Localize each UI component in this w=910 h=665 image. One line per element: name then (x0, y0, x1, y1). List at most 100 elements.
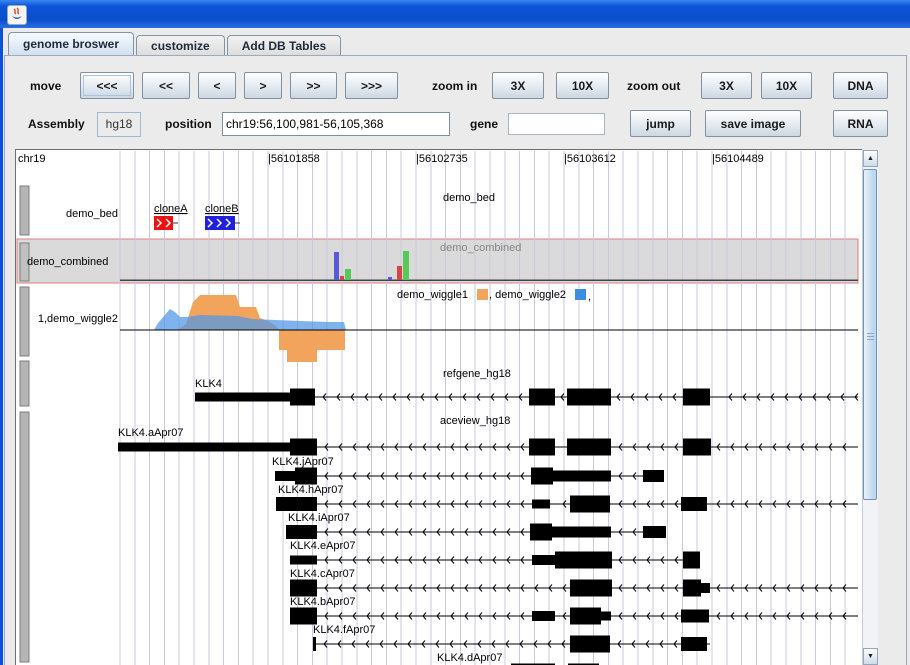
gene-exon (570, 496, 610, 513)
gene-label: KLK4.iApr07 (288, 512, 350, 524)
gene-exon (681, 637, 707, 651)
jump-button[interactable]: jump (630, 110, 691, 137)
gene-exon (290, 608, 317, 625)
gene-model-KLK4.jApr07[interactable]: KLK4.jApr07 (272, 456, 664, 485)
gene-label: KLK4 (195, 378, 222, 390)
zoom-out-label: zoom out (627, 79, 680, 93)
move-left-2-button[interactable]: << (142, 72, 190, 99)
gene-model-KLK4.aApr07[interactable]: KLK4.aApr07 (118, 427, 858, 456)
track-title-demo-combined: demo_combined (440, 242, 521, 254)
gene-exon (290, 439, 317, 456)
wiggle-legend-label: demo_wiggle1 (397, 289, 468, 301)
move-right-button[interactable]: > (244, 72, 282, 99)
gene-exon (532, 500, 550, 509)
gene-exon (570, 580, 612, 597)
gene-input[interactable] (508, 113, 605, 135)
track-handle[interactable] (20, 186, 29, 235)
gene-exon (276, 497, 317, 511)
rna-button[interactable]: RNA (833, 110, 888, 137)
gene-exon (290, 389, 315, 406)
gene-model-KLK4.bApr07[interactable]: KLK4.bApr07 (290, 596, 858, 625)
bed-feature-label: cloneA (154, 203, 188, 215)
gene-exon (275, 471, 295, 481)
gene-exon (683, 439, 711, 456)
gene-exon (683, 552, 700, 569)
genome-browser-window: genome broswer customize Add DB Tables m… (0, 0, 910, 665)
combined-bar (340, 276, 344, 280)
gene-exon (195, 393, 290, 402)
dna-button[interactable]: DNA (833, 72, 888, 99)
browser-canvas[interactable]: chr19|56101858|56102735|56103612|5610448… (15, 149, 862, 665)
combined-bar (345, 269, 351, 280)
position-input[interactable] (222, 112, 450, 136)
move-left-button[interactable]: < (198, 72, 236, 99)
gene-model-KLK4.cApr07[interactable]: KLK4.cApr07 (290, 568, 858, 597)
gene-label: KLK4.aApr07 (118, 427, 183, 439)
window-titlebar[interactable] (0, 0, 910, 28)
gene-exon (570, 608, 601, 625)
tab-customize[interactable]: customize (136, 35, 225, 55)
save-image-button[interactable]: save image (705, 110, 801, 137)
move-right-2-button[interactable]: >> (290, 72, 337, 99)
ruler-tick-label: |56102735 (416, 153, 468, 165)
gene-label: KLK4.eApr07 (290, 540, 355, 552)
java-icon (7, 5, 27, 25)
gene-exon (683, 389, 710, 406)
track-handle[interactable] (20, 287, 29, 356)
move-far-right-button[interactable]: >>> (345, 72, 398, 99)
assembly-label: Assembly (28, 117, 85, 131)
tab-strip: genome broswer customize Add DB Tables (8, 33, 343, 55)
scroll-down-button[interactable]: ▼ (863, 648, 878, 665)
track-handle[interactable] (20, 361, 29, 406)
position-label: position (165, 117, 212, 131)
gene-exon (681, 610, 709, 623)
zoom-out-10x-button[interactable]: 10X (761, 72, 812, 99)
assembly-value[interactable]: hg18 (97, 112, 141, 137)
gene-exon (286, 525, 317, 539)
wiggle-legend-label: , demo_wiggle2 (489, 289, 566, 301)
gene-exon (532, 611, 555, 621)
gene-model-KLK4[interactable]: KLK4 (195, 378, 858, 406)
scrollbar-thumb[interactable] (863, 169, 877, 500)
track-title-demo-bed: demo_bed (443, 192, 495, 204)
gene-exon (681, 497, 707, 511)
gene-model-KLK4.dApr07[interactable]: KLK4.dApr07 (437, 652, 599, 665)
gene-model-KLK4.fApr07[interactable]: KLK4.fApr07 (313, 624, 710, 653)
gene-exon (313, 637, 316, 651)
tab-genome-browser[interactable]: genome broswer (8, 32, 134, 55)
wiggle-legend-comma: , (588, 291, 591, 303)
gene-model-KLK4.iApr07[interactable]: KLK4.iApr07 (286, 512, 666, 541)
track-title-aceview_hg18: aceview_hg18 (440, 415, 510, 427)
gene-exon (290, 556, 317, 565)
gene-exon (530, 524, 552, 541)
combined-bar (334, 252, 339, 280)
move-far-left-button[interactable]: <<< (80, 72, 134, 99)
gene-label: KLK4.bApr07 (290, 596, 355, 608)
gene-exon (553, 471, 611, 482)
track-label-demo-combined: demo_combined (27, 256, 108, 268)
zoom-out-3x-button[interactable]: 3X (701, 72, 752, 99)
gene-exon (532, 555, 555, 565)
combined-bar (397, 266, 402, 280)
gene-exon (552, 527, 611, 538)
gene-exon (295, 468, 317, 485)
combined-bar (388, 277, 392, 280)
ruler-tick-label: |56103612 (564, 153, 616, 165)
gene-label: KLK4.cApr07 (290, 568, 355, 580)
track-title-refgene_hg18: refgene_hg18 (443, 368, 511, 380)
gene-label: gene (470, 117, 498, 131)
scroll-up-button[interactable]: ▲ (863, 150, 878, 167)
vertical-scrollbar[interactable]: ▲ ▼ (862, 150, 878, 665)
gene-exon (643, 526, 666, 538)
gene-label: KLK4.jApr07 (272, 456, 334, 468)
wiggle-legend-swatch (477, 289, 488, 300)
track-handle[interactable] (20, 412, 29, 662)
gene-exon (118, 443, 290, 452)
zoom-in-3x-button[interactable]: 3X (492, 72, 544, 99)
zoom-in-10x-button[interactable]: 10X (556, 72, 609, 99)
tab-add-db-tables[interactable]: Add DB Tables (227, 35, 341, 55)
track-label-demo-bed: demo_bed (66, 208, 118, 220)
gene-label: KLK4.hApr07 (278, 484, 343, 496)
wiggle-legend-swatch (575, 289, 586, 300)
gene-exon (701, 583, 710, 593)
